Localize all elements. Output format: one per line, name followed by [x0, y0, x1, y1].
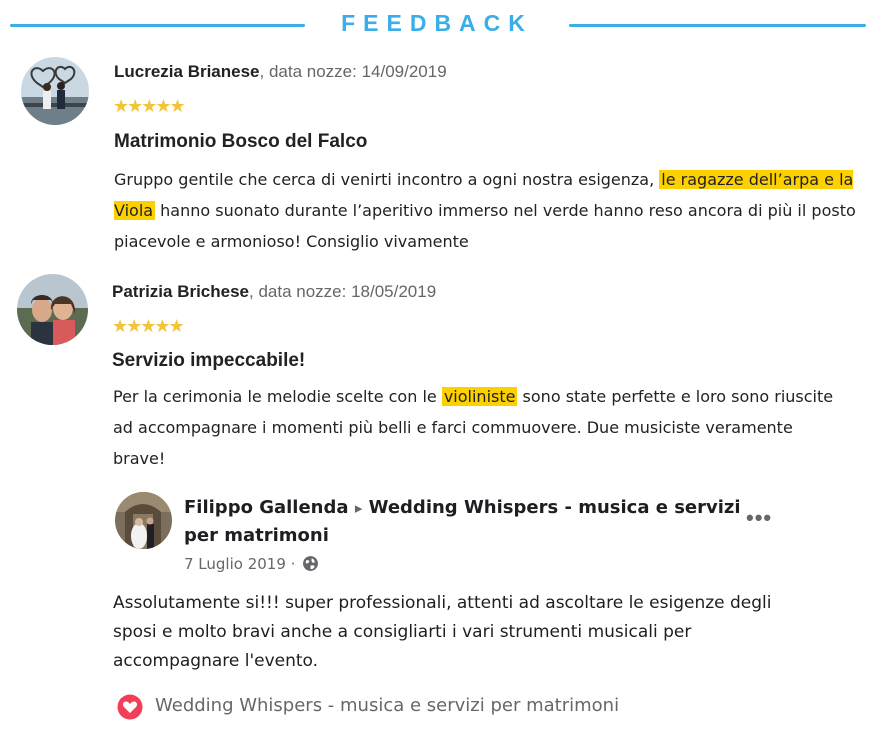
arrow-right-icon: ▸	[354, 499, 363, 517]
globe-icon	[302, 555, 319, 576]
review-text-part: hanno suonato durante l’aperitivo immers…	[114, 201, 856, 251]
reviewer-name: Lucrezia Brianese	[114, 62, 260, 81]
review-text-highlight: violiniste	[441, 387, 518, 406]
wedding-date: , data nozze: 18/05/2019	[249, 282, 437, 301]
reviewer-avatar	[21, 57, 89, 125]
post-header: Filippo Gallenda ▸ Wedding Whispers - mu…	[184, 494, 744, 550]
post-date-link[interactable]: 7 Luglio 2019 ·	[184, 555, 295, 573]
author-avatar[interactable]	[115, 492, 172, 549]
reviewer-line: Patrizia Brichese, data nozze: 18/05/201…	[112, 282, 436, 302]
reviewer-line: Lucrezia Brianese, data nozze: 14/09/201…	[114, 62, 447, 82]
review-title: Matrimonio Bosco del Falco	[114, 131, 368, 152]
post-text: Assolutamente si!!! super professionali,…	[113, 593, 772, 671]
reviewer-avatar	[17, 274, 88, 345]
review-text: Gruppo gentile che cerca di venirti inco…	[114, 164, 866, 257]
header-divider-left	[10, 24, 305, 27]
reviewer-name: Patrizia Brichese	[112, 282, 250, 301]
wedding-date: , data nozze: 14/09/2019	[259, 62, 447, 81]
heart-icon	[117, 694, 143, 720]
more-options-icon[interactable]: •••	[746, 505, 772, 531]
reaction-page-name[interactable]: Wedding Whispers - musica e servizi per …	[155, 695, 619, 716]
feedback-header: FEEDBACK	[0, 0, 877, 50]
review-text: Per la cerimonia le melodie scelte con l…	[113, 381, 843, 474]
header-divider-right	[569, 24, 866, 27]
post-meta: 7 Luglio 2019 ·	[184, 555, 319, 576]
post-author-link[interactable]: Filippo Gallenda	[184, 497, 349, 518]
star-rating: ★★★★★	[112, 316, 185, 336]
review-title: Servizio impeccabile!	[112, 350, 306, 371]
star-rating: ★★★★★	[113, 96, 186, 116]
section-title: FEEDBACK	[341, 10, 533, 36]
review-text-part: Gruppo gentile che cerca di venirti inco…	[114, 170, 660, 189]
review-text-part: Per la cerimonia le melodie scelte con l…	[113, 387, 442, 406]
